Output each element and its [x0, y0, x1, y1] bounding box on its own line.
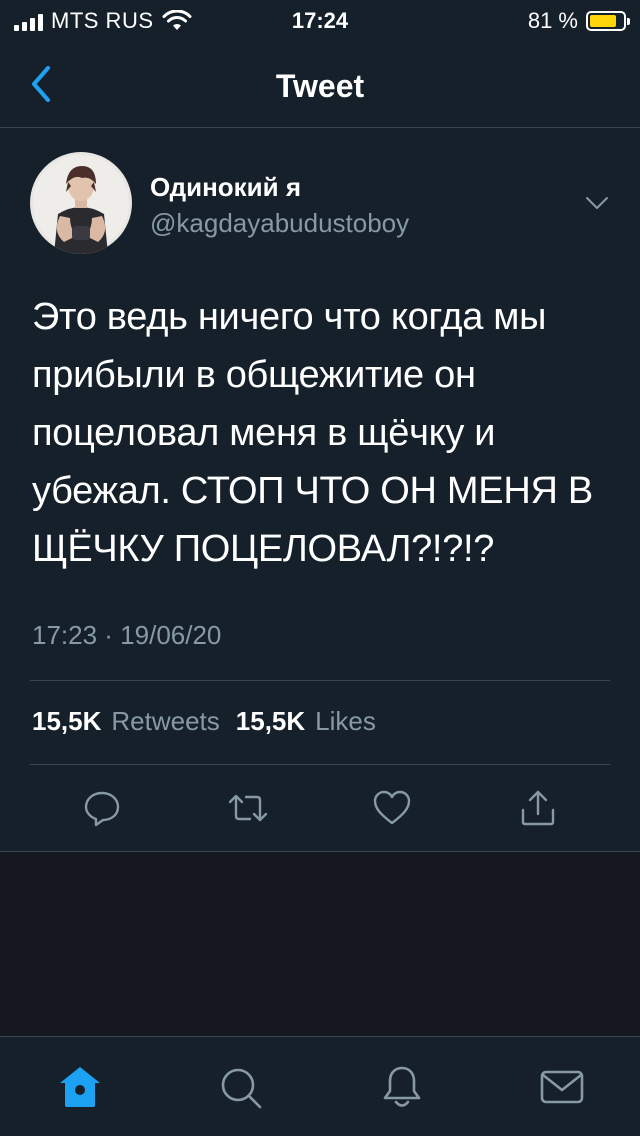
- tweet-card: Одинокий я @kagdayabudustoboy Это ведь н…: [0, 128, 640, 852]
- tab-notifications[interactable]: [378, 1063, 426, 1111]
- likes-label[interactable]: Likes: [315, 706, 376, 737]
- battery-fill: [590, 15, 616, 27]
- status-right: 81 %: [527, 8, 630, 34]
- retweets-count[interactable]: 15,5K: [32, 706, 101, 737]
- search-icon: [221, 1068, 262, 1109]
- share-icon: [521, 790, 555, 826]
- likes-count[interactable]: 15,5K: [236, 706, 305, 737]
- tab-search[interactable]: [216, 1063, 264, 1111]
- retweets-label[interactable]: Retweets: [111, 706, 219, 737]
- battery-icon: [586, 11, 630, 31]
- reply-button[interactable]: [82, 788, 122, 828]
- reply-icon: [84, 791, 120, 827]
- tweet-stats: 15,5K Retweets 15,5K Likes: [32, 706, 392, 737]
- tweet-timestamp: 17:23 · 19/06/20: [32, 620, 222, 650]
- tab-home[interactable]: [56, 1063, 104, 1111]
- avatar-image: [30, 152, 132, 254]
- retweet-button[interactable]: [226, 788, 268, 828]
- home-icon: [60, 1067, 100, 1107]
- tweet-text: Это ведь ничего что когда мы прибыли в о…: [32, 296, 593, 570]
- notifications-icon: [383, 1066, 421, 1107]
- screen: MTS RUS 17:24 81 % Tweet Одинокий я @kag…: [0, 0, 640, 1136]
- avatar[interactable]: [30, 152, 132, 254]
- share-button[interactable]: [518, 788, 558, 828]
- nav-bar: Tweet: [0, 40, 640, 128]
- tweet-actions: [0, 780, 640, 836]
- tweet-menu-button[interactable]: [584, 190, 610, 216]
- divider: [30, 680, 610, 681]
- like-button[interactable]: [372, 788, 412, 828]
- battery-percent: 81 %: [527, 8, 578, 33]
- page-title: Tweet: [275, 68, 365, 104]
- tab-bar: [0, 1036, 640, 1136]
- author-handle[interactable]: @kagdayabudustoboy: [150, 208, 409, 239]
- divider: [30, 764, 610, 765]
- author-name[interactable]: Одинокий я: [150, 172, 301, 203]
- messages-icon: [540, 1070, 584, 1104]
- like-icon: [373, 790, 411, 825]
- retweet-icon: [228, 794, 268, 822]
- status-bar: MTS RUS 17:24 81 %: [0, 0, 640, 40]
- chevron-down-icon: [586, 197, 608, 209]
- tab-messages[interactable]: [538, 1063, 586, 1111]
